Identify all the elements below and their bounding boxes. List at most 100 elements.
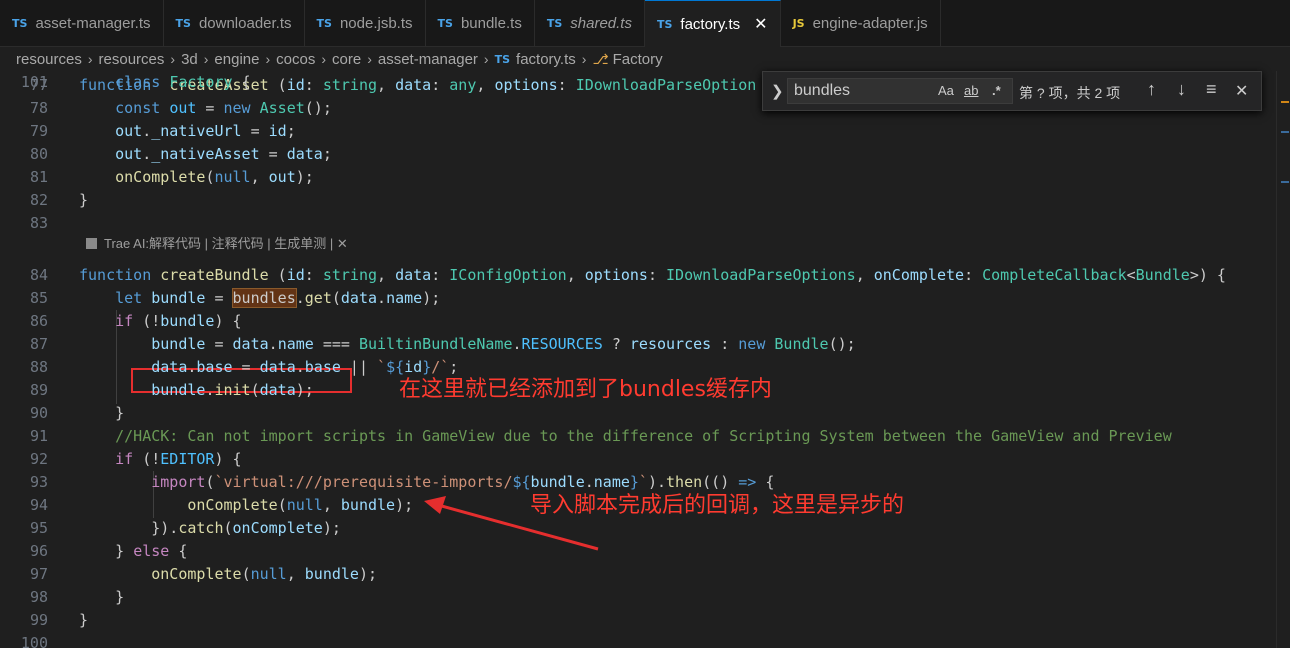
next-match-icon[interactable]: ↓ [1177, 79, 1186, 100]
code-line[interactable]: 87 bundle = data.name === BuiltinBundleN… [0, 333, 1290, 356]
close-tab-icon[interactable]: ✕ [754, 14, 767, 34]
breadcrumb-item[interactable]: asset-manager [378, 51, 478, 68]
toggle-replace-chevron-icon[interactable]: ❯ [771, 82, 784, 100]
breadcrumb-symbol[interactable]: Factory [613, 51, 663, 68]
code-line[interactable]: 99} [0, 609, 1290, 632]
line-number: 101 [20, 73, 48, 91]
tab-label: bundle.ts [460, 15, 522, 32]
match-whole-word-icon[interactable]: ab [964, 83, 978, 98]
find-input[interactable] [794, 82, 934, 100]
code-text: } else { [79, 542, 188, 560]
tab-label: node.jsb.ts [339, 15, 413, 32]
breadcrumb-file[interactable]: factory.ts [516, 51, 576, 68]
line-number: 93 [29, 473, 48, 491]
code-line[interactable]: 81 onComplete(null, out); [0, 166, 1290, 189]
tab-label: downloader.ts [198, 15, 292, 32]
code-text: import(`virtual:///prerequisite-imports/… [151, 473, 775, 491]
code-text: onComplete(null, bundle); [151, 565, 378, 583]
tab-asset-manager-ts[interactable]: TS asset-manager.ts [0, 0, 164, 47]
chevron-right-icon: › [367, 51, 372, 67]
code-text: out._nativeAsset = data; [115, 145, 332, 163]
code-line[interactable]: 82} [0, 189, 1290, 212]
tab-label: factory.ts [680, 15, 741, 33]
code-line[interactable]: 83 [0, 212, 1290, 235]
tab-node-jsb-ts[interactable]: TS node.jsb.ts [305, 0, 426, 47]
code-text: } [79, 588, 125, 606]
code-line[interactable]: 88 data.base = data.base || `${id}/`; [0, 356, 1290, 379]
code-line[interactable]: 97 onComplete(null, bundle); [0, 563, 1290, 586]
code-text: function createBundle (id: string, data:… [79, 266, 1226, 284]
line-number: 79 [29, 122, 48, 140]
code-line[interactable]: 79 out._nativeUrl = id; [0, 120, 1290, 143]
previous-match-icon[interactable]: ↑ [1147, 79, 1156, 100]
breadcrumb-item[interactable]: core [332, 51, 361, 68]
overview-ruler-mark [1281, 101, 1289, 103]
code-line[interactable]: 93 import(`virtual:///prerequisite-impor… [0, 471, 1290, 494]
code-text: data.base = data.base || `${id}/`; [151, 358, 459, 376]
code-text: }).catch(onComplete); [79, 519, 341, 537]
code-line[interactable]: 95 }).catch(onComplete); [0, 517, 1290, 540]
code-line[interactable]: 91 //HACK: Can not import scripts in Gam… [0, 425, 1290, 448]
code-line[interactable]: 100 [0, 632, 1290, 648]
code-line[interactable]: 89 bundle.init(data); [0, 379, 1290, 402]
line-number: 84 [29, 266, 48, 284]
code-line[interactable]: 80 out._nativeAsset = data; [0, 143, 1290, 166]
typescript-file-icon: TS [656, 17, 673, 31]
tab-label: engine-adapter.js [812, 15, 928, 32]
line-number: 91 [29, 427, 48, 445]
code-line[interactable]: 92 if (!EDITOR) { [0, 448, 1290, 471]
line-number: 99 [29, 611, 48, 629]
breadcrumb-item[interactable]: resources [16, 51, 82, 68]
breadcrumb-item[interactable]: cocos [276, 51, 315, 68]
use-regex-icon[interactable]: .* [992, 83, 1001, 98]
line-number: 82 [29, 191, 48, 209]
close-find-icon[interactable]: ✕ [1235, 81, 1248, 101]
tab-engine-adapter-js[interactable]: JS engine-adapter.js [781, 0, 941, 47]
overview-ruler[interactable] [1276, 71, 1290, 648]
tab-label: shared.ts [570, 15, 632, 32]
line-number: 90 [29, 404, 48, 422]
breadcrumb: resources › resources › 3d › engine › cocos › core… [0, 47, 1290, 71]
editor-tab-bar: TS asset-manager.ts TS downloader.ts TS node.… [0, 0, 1290, 47]
tab-factory-ts[interactable]: TS factory.ts ✕ [644, 0, 781, 47]
code-line[interactable]: 90 } [0, 402, 1290, 425]
code-text: const out = new Asset(); [115, 99, 332, 117]
find-input-box[interactable]: Aa ab .* [787, 78, 1013, 104]
find-match-count: 第 ? 项，共 2 项 [1019, 85, 1121, 101]
code-line[interactable]: 86 if (!bundle) { [0, 310, 1290, 333]
find-widget: ❯ Aa ab .* 第 ? 项，共 2 项 ↑ ↓ ≡ ✕ [762, 71, 1262, 111]
breadcrumb-item[interactable]: resources [99, 51, 165, 68]
code-line[interactable]: 98 } [0, 586, 1290, 609]
find-in-selection-icon[interactable]: ≡ [1206, 79, 1217, 100]
line-number: 81 [29, 168, 48, 186]
line-number: 80 [29, 145, 48, 163]
typescript-file-icon: TS [316, 17, 332, 30]
code-text: bundle.init(data); [151, 381, 314, 399]
breadcrumb-item[interactable]: engine [214, 51, 259, 68]
code-text: bundle = data.name === BuiltinBundleName… [151, 335, 856, 353]
breadcrumb-item[interactable]: 3d [181, 51, 198, 68]
typescript-file-icon: TS [546, 17, 563, 30]
code-line[interactable]: 85 let bundle = bundles.get(data.name); [0, 287, 1290, 310]
code-text: } [79, 404, 125, 422]
typescript-file-icon: TS [494, 52, 511, 66]
match-case-icon[interactable]: Aa [938, 83, 954, 98]
code-editor[interactable]: Trae AI:解释代码 | 注释代码 | 生成单测 | ✕ 在这里就已经添加到… [0, 71, 1290, 648]
line-number: 95 [29, 519, 48, 537]
tab-downloader-ts[interactable]: TS downloader.ts [164, 0, 305, 47]
tab-shared-ts[interactable]: TS shared.ts [535, 0, 645, 47]
chevron-right-icon: › [581, 51, 587, 67]
overview-ruler-mark [1281, 181, 1289, 183]
code-text: } [79, 191, 89, 209]
code-line[interactable]: 96 } else { [0, 540, 1290, 563]
line-number: 94 [29, 496, 48, 514]
typescript-file-icon: TS [12, 17, 28, 30]
tab-label: asset-manager.ts [35, 15, 151, 32]
line-number: 89 [29, 381, 48, 399]
code-line[interactable]: 94 onComplete(null, bundle); [0, 494, 1290, 517]
code-text: onComplete(null, out); [115, 168, 314, 186]
tab-bundle-ts[interactable]: TS bundle.ts [426, 0, 535, 47]
code-line[interactable]: 84 function createBundle (id: string, dat… [0, 264, 1290, 287]
line-number: 87 [29, 335, 48, 353]
line-number: 85 [29, 289, 48, 307]
